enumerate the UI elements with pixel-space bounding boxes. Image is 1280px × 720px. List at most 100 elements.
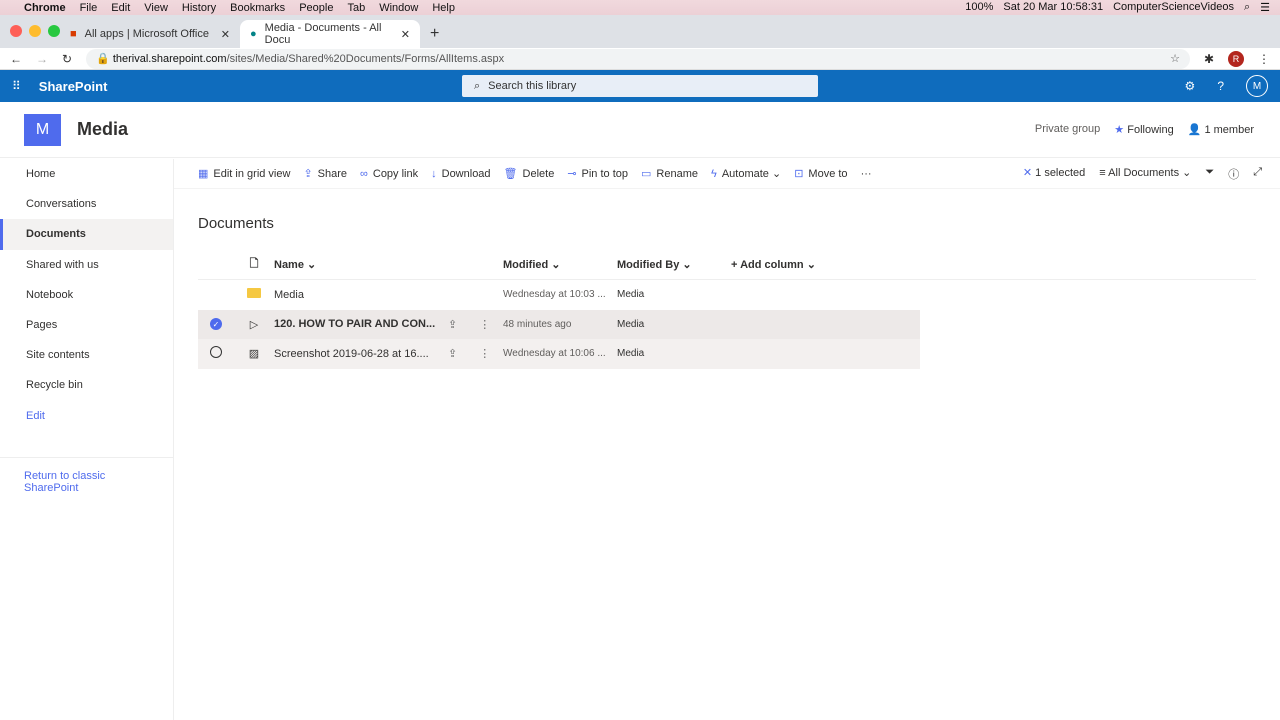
- sharepoint-brand[interactable]: SharePoint: [39, 79, 108, 94]
- table-row[interactable]: ▨ Screenshot 2019-06-28 at 16.... ⇪ ⋮ Wedn…: [198, 339, 920, 369]
- nav-documents[interactable]: Documents: [0, 219, 173, 250]
- sharepoint-icon: ●: [250, 28, 257, 40]
- list-header: 🗋 Name ⌄ Modified ⌄ Modified By ⌄ + Add …: [198, 250, 1256, 280]
- menu-edit[interactable]: Edit: [111, 2, 130, 14]
- site-title[interactable]: Media: [77, 119, 128, 140]
- label: Copy link: [372, 167, 419, 180]
- user-name[interactable]: ComputerScienceVideos: [1113, 1, 1234, 14]
- control-center-icon[interactable]: ☰: [1260, 1, 1270, 14]
- members-button[interactable]: 👤 1 member: [1188, 123, 1254, 136]
- profile-avatar[interactable]: R: [1228, 50, 1244, 67]
- tab-title: Media - Documents - All Docu: [264, 22, 382, 46]
- more-actions-icon[interactable]: ⋮: [479, 318, 490, 331]
- nav-edit[interactable]: Edit: [0, 401, 173, 431]
- row-checkbox[interactable]: ✓: [210, 318, 222, 331]
- nav-pages[interactable]: Pages: [0, 310, 173, 340]
- menu-window[interactable]: Window: [379, 2, 418, 14]
- close-tab-icon[interactable]: ✕: [221, 28, 230, 41]
- automate-button[interactable]: ϟ Automate ⌄: [711, 167, 781, 180]
- clear-selection-button[interactable]: ✕ 1 selected: [1023, 166, 1085, 182]
- close-icon: ✕: [1022, 166, 1033, 179]
- download-button[interactable]: ↓ Download: [431, 168, 490, 180]
- table-row[interactable]: Media Wednesday at 10:03 ... Media: [198, 280, 920, 310]
- view-selector[interactable]: ≡ All Documents ⌄: [1099, 166, 1191, 182]
- menu-tab[interactable]: Tab: [347, 2, 365, 14]
- edit-grid-button[interactable]: ▦ Edit in grid view: [198, 167, 290, 180]
- bookmark-star-icon[interactable]: ☆: [1170, 52, 1180, 65]
- move-to-button[interactable]: ⊡ Move to: [794, 167, 847, 180]
- more-icon[interactable]: ···: [861, 168, 872, 180]
- close-window-button[interactable]: [10, 25, 22, 37]
- link-icon: ∞: [360, 167, 368, 180]
- download-icon: ↓: [431, 167, 437, 180]
- maximize-window-button[interactable]: [48, 25, 60, 37]
- modified-date: Wednesday at 10:06 ...: [503, 348, 606, 360]
- pin-to-top-button[interactable]: ⊸ Pin to top: [567, 167, 628, 180]
- app-launcher-icon[interactable]: ⠿: [12, 79, 21, 93]
- search-input[interactable]: ⌕ Search this library: [462, 75, 818, 97]
- file-name[interactable]: Media: [274, 289, 438, 301]
- rename-button[interactable]: ▭ Rename: [641, 167, 698, 180]
- share-icon[interactable]: ⇪: [448, 318, 457, 331]
- chrome-menu-icon[interactable]: ⋮: [1258, 52, 1270, 66]
- column-modified-by[interactable]: Modified By ⌄: [617, 258, 731, 271]
- command-bar: ▦ Edit in grid view ⇪ Share ∞ Copy link ↓ Do…: [174, 159, 1280, 189]
- star-icon: ★: [1114, 124, 1125, 136]
- column-name[interactable]: Name ⌄: [274, 258, 503, 272]
- new-tab-button[interactable]: +: [430, 25, 439, 43]
- delete-button[interactable]: 🗑 Delete: [504, 167, 555, 180]
- return-to-classic-link[interactable]: Return to classic SharePoint: [0, 456, 173, 506]
- menu-help[interactable]: Help: [432, 2, 455, 14]
- more-actions-icon[interactable]: ⋮: [479, 347, 490, 360]
- search-icon: ⌕: [474, 79, 481, 92]
- nav-site-contents[interactable]: Site contents: [0, 340, 173, 370]
- menu-view[interactable]: View: [144, 2, 168, 14]
- row-checkbox[interactable]: [210, 346, 222, 359]
- label: Download: [441, 167, 491, 180]
- extensions-icon[interactable]: ✱: [1204, 52, 1214, 66]
- app-menu[interactable]: Chrome: [24, 2, 66, 14]
- close-tab-icon[interactable]: ✕: [401, 28, 410, 41]
- members-label: 1 member: [1204, 124, 1254, 136]
- file-name[interactable]: Screenshot 2019-06-28 at 16....: [274, 348, 438, 360]
- following-button[interactable]: ★ Following: [1114, 123, 1173, 136]
- nav-recycle-bin[interactable]: Recycle bin: [0, 370, 173, 400]
- nav-home[interactable]: Home: [0, 159, 173, 189]
- info-icon[interactable]: ⓘ: [1228, 166, 1239, 182]
- url-input[interactable]: 🔒 therival.sharepoint.com/sites/Media/Sh…: [86, 48, 1190, 69]
- minimize-window-button[interactable]: [29, 25, 41, 37]
- person-icon: 👤: [1187, 124, 1202, 136]
- column-modified[interactable]: Modified ⌄: [503, 258, 617, 271]
- menu-people[interactable]: People: [299, 2, 333, 14]
- reload-icon[interactable]: ↻: [62, 52, 72, 66]
- back-icon[interactable]: ←: [10, 52, 22, 66]
- nav-shared-with-us[interactable]: Shared with us: [0, 250, 173, 280]
- battery-status[interactable]: 100%: [965, 1, 993, 14]
- file-name[interactable]: 120. HOW TO PAIR AND CON...: [274, 318, 438, 330]
- modified-by: Media: [617, 289, 645, 301]
- menu-bookmarks[interactable]: Bookmarks: [230, 2, 285, 14]
- share-button[interactable]: ⇪ Share: [303, 167, 347, 180]
- add-column-button[interactable]: + Add column ⌄: [731, 258, 816, 271]
- file-type-icon[interactable]: 🗋: [234, 255, 274, 274]
- label: Modified: [503, 259, 549, 271]
- forward-icon[interactable]: →: [36, 52, 48, 66]
- share-icon[interactable]: ⇪: [448, 347, 457, 360]
- menu-history[interactable]: History: [182, 2, 216, 14]
- tab-media-documents[interactable]: ● Media - Documents - All Docu ✕: [240, 20, 420, 48]
- settings-icon[interactable]: ⚙: [1185, 79, 1196, 93]
- copy-link-button[interactable]: ∞ Copy link: [360, 168, 418, 180]
- nav-conversations[interactable]: Conversations: [0, 189, 173, 219]
- filter-icon[interactable]: ⏷: [1205, 166, 1214, 182]
- table-row[interactable]: ✓ ▷ 120. HOW TO PAIR AND CON... ⇪ ⋮ 48 minu…: [198, 309, 920, 339]
- menu-file[interactable]: File: [80, 2, 98, 14]
- user-avatar[interactable]: M: [1246, 75, 1268, 97]
- spotlight-icon[interactable]: ⌕: [1244, 1, 1250, 14]
- tab-office[interactable]: ■ All apps | Microsoft Office ✕: [60, 20, 240, 48]
- help-icon[interactable]: ?: [1217, 79, 1224, 93]
- clock[interactable]: Sat 20 Mar 10:58:31: [1003, 1, 1103, 14]
- expand-icon[interactable]: ⤢: [1253, 166, 1262, 182]
- nav-notebook[interactable]: Notebook: [0, 280, 173, 310]
- rename-icon: ▭: [641, 168, 652, 180]
- selected-count: 1 selected: [1035, 166, 1086, 179]
